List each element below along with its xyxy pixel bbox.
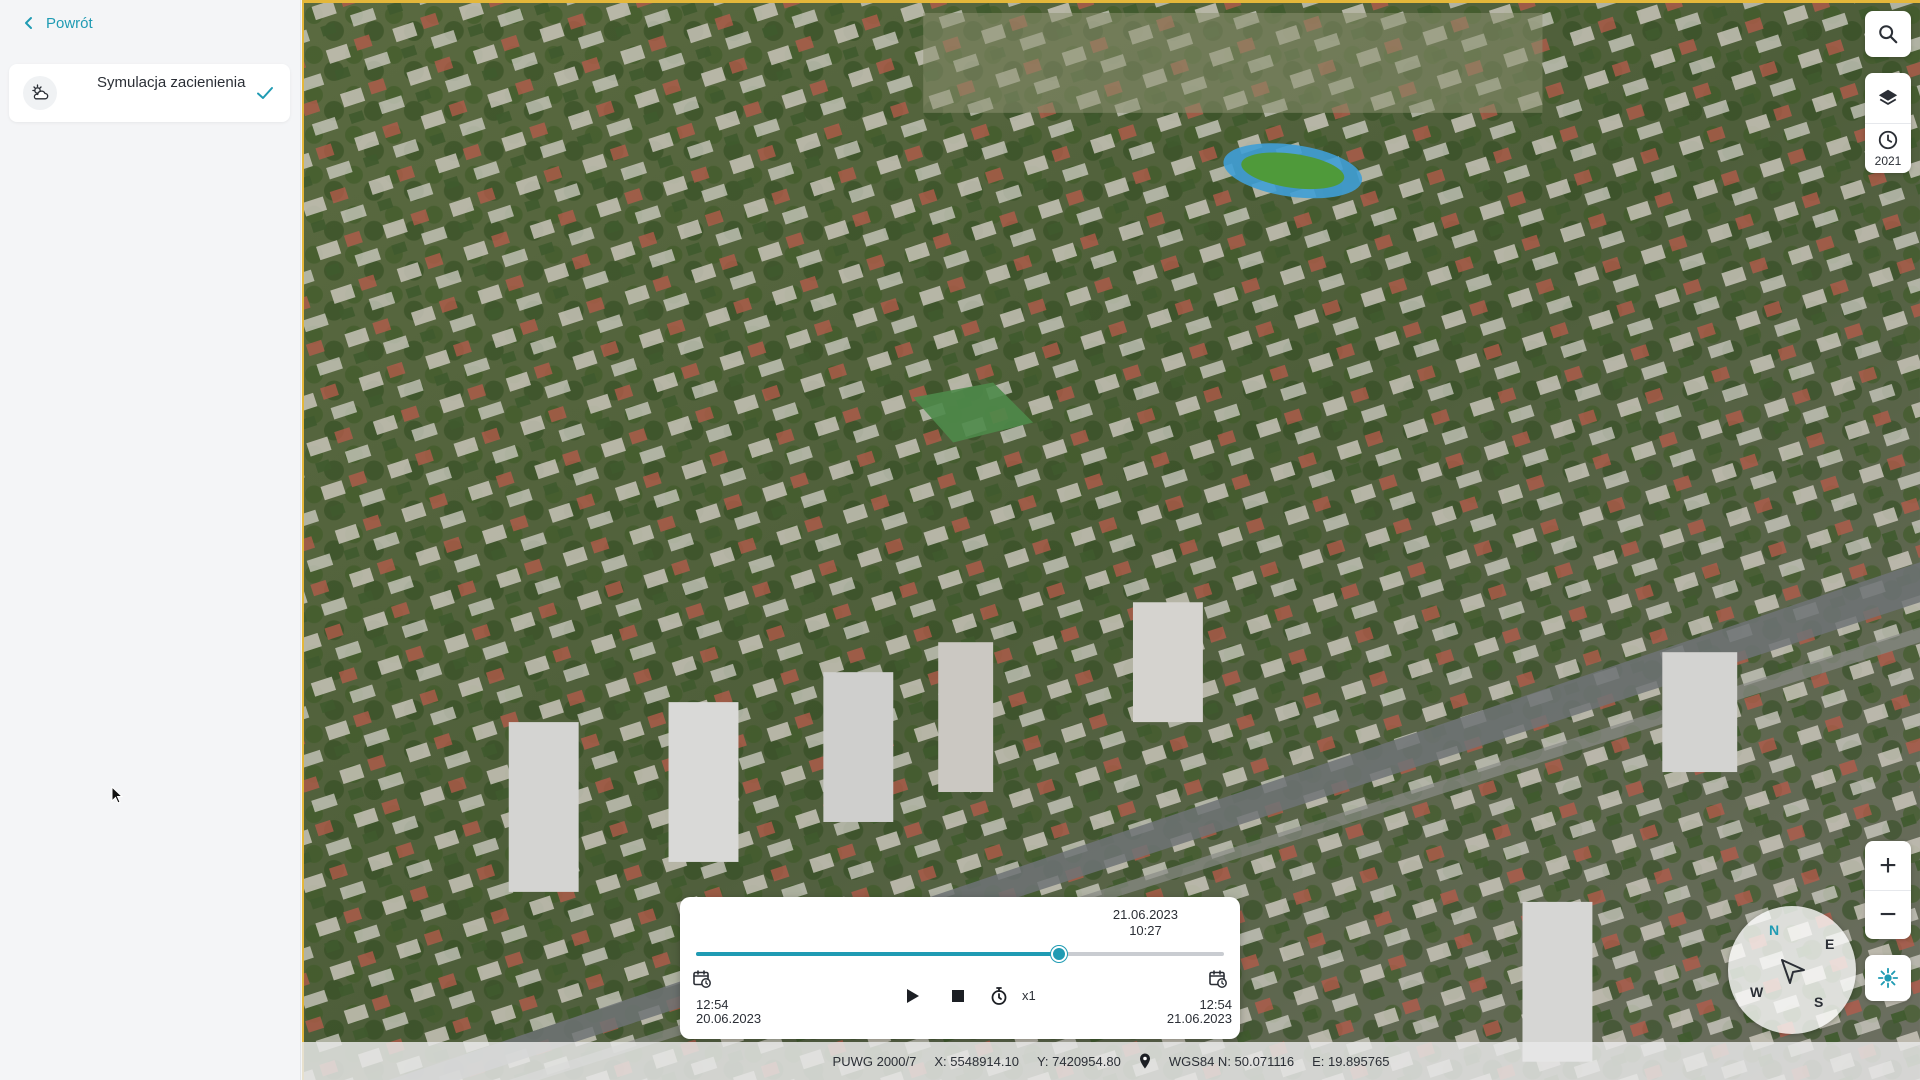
stop-icon	[952, 990, 964, 1002]
sidebar: Powrót Symulacja zacienienia	[0, 0, 301, 1080]
compass-e: E	[1825, 936, 1835, 952]
stop-button[interactable]	[945, 983, 971, 1009]
calendar-clock-icon	[693, 970, 711, 988]
wgs-e: E: 19.895765	[1312, 1053, 1390, 1069]
layers-button[interactable]	[1865, 73, 1911, 123]
end-time: 12:54	[1199, 997, 1232, 1012]
sun-position-button[interactable]	[1865, 955, 1911, 1001]
location-pin-icon	[1139, 1053, 1150, 1069]
cloud-sun-icon	[23, 76, 57, 110]
layers-icon	[1878, 89, 1898, 105]
clock-icon	[1878, 130, 1898, 150]
time-slider[interactable]	[696, 946, 1224, 962]
current-time: 10:27	[1129, 923, 1162, 938]
calendar-clock-icon	[1209, 970, 1227, 988]
chevron-left-icon	[25, 17, 32, 29]
speed-label[interactable]: x1	[1022, 988, 1036, 1003]
crs-label: PUWG 2000/7	[832, 1053, 917, 1069]
compass-n: N	[1769, 922, 1780, 938]
start-date-button[interactable]	[692, 969, 712, 989]
start-date: 20.06.2023	[696, 1011, 762, 1026]
compass-s: S	[1814, 994, 1824, 1010]
coord-y: Y: 7420954.80	[1036, 1053, 1121, 1069]
year-label: 2021	[1874, 154, 1902, 168]
play-button[interactable]	[899, 983, 925, 1009]
compass-arrow-icon	[1781, 959, 1805, 984]
search-icon	[1879, 25, 1898, 44]
start-datetime: 12:54 20.06.2023	[696, 998, 761, 1026]
time-slider-handle[interactable]	[1050, 946, 1067, 962]
end-date-button[interactable]	[1208, 969, 1228, 989]
coord-x: X: 5548914.10	[934, 1053, 1019, 1069]
zoom-controls: + −	[1865, 841, 1911, 939]
current-datetime: 21.06.2023 10:27	[1113, 907, 1178, 939]
speed-timer-button[interactable]	[986, 983, 1012, 1009]
time-slider-fill	[696, 952, 1059, 956]
map-tools-group: 2021	[1865, 73, 1911, 173]
back-label: Powrót	[46, 14, 93, 32]
shadow-playback-panel: 21.06.2023 10:27 12:54 20.06.2023 12:54 …	[680, 897, 1240, 1039]
tool-shadow-simulation[interactable]: Symulacja zacienienia	[9, 64, 290, 122]
mouse-cursor-icon	[111, 786, 123, 804]
start-time: 12:54	[696, 997, 729, 1012]
compass-w: W	[1750, 984, 1764, 1000]
end-date: 21.06.2023	[1166, 1011, 1232, 1026]
compass[interactable]: N E S W	[1728, 906, 1856, 1034]
coordinates-status-bar: PUWG 2000/7 X: 5548914.10 Y: 7420954.80 …	[302, 1042, 1920, 1080]
zoom-out-button[interactable]: −	[1865, 890, 1911, 939]
back-link[interactable]: Powrót	[22, 12, 93, 34]
stopwatch-icon	[991, 987, 1007, 1005]
wgs-n: WGS84 N: 50.071116	[1168, 1053, 1295, 1069]
play-icon	[907, 989, 919, 1003]
zoom-in-button[interactable]: +	[1865, 841, 1911, 890]
end-datetime: 12:54 21.06.2023	[1167, 998, 1232, 1026]
search-button[interactable]	[1865, 11, 1911, 57]
current-date: 21.06.2023	[1112, 907, 1178, 922]
check-icon	[257, 87, 273, 99]
history-year-button[interactable]: 2021	[1865, 123, 1911, 173]
tool-label: Symulacja zacienienia	[97, 74, 246, 91]
sun-icon	[1877, 967, 1899, 989]
